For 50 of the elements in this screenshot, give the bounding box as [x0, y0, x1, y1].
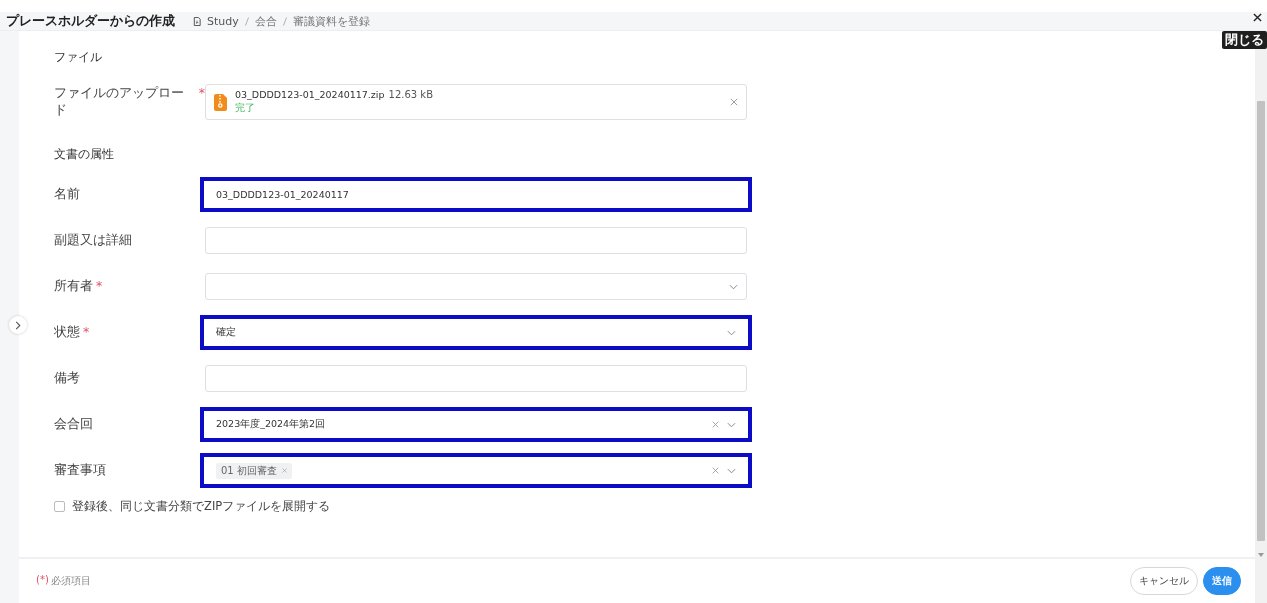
select-field[interactable]: 確定	[200, 315, 752, 350]
checkbox[interactable]	[54, 501, 65, 512]
field-label: 所有者	[54, 278, 93, 295]
field-label: 状態	[54, 324, 80, 341]
chevron-down-icon[interactable]	[727, 467, 736, 474]
document-icon	[193, 16, 201, 26]
required-mark: *	[198, 85, 205, 102]
close-tooltip: 閉じる	[1222, 31, 1267, 49]
required-mark: *	[96, 278, 103, 295]
breadcrumb-separator	[282, 16, 287, 26]
breadcrumb-link[interactable]: 会合	[254, 13, 277, 29]
field-label: 名前	[54, 186, 80, 203]
field-label: ファイルのアップロード	[54, 85, 185, 119]
upload-status: 完了	[235, 101, 255, 115]
file-name: 03_DDDD123-01_20240117.zip	[235, 89, 385, 100]
text-field[interactable]	[205, 227, 747, 254]
breadcrumb-link[interactable]: Study	[207, 14, 239, 28]
clear-icon[interactable]	[712, 421, 719, 428]
chevron-down-icon[interactable]	[727, 329, 736, 336]
page-title: プレースホルダーからの作成	[6, 12, 175, 30]
chevron-down-icon[interactable]	[727, 421, 736, 428]
remove-icon[interactable]	[730, 98, 738, 106]
expand-button[interactable]	[9, 316, 27, 334]
text-field[interactable]: 03_DDDD123-01_20240117	[200, 177, 752, 212]
clear-icon[interactable]	[712, 467, 719, 474]
field-label: 副題又は詳細	[54, 232, 132, 249]
breadcrumb-link[interactable]: 審議資料を登録	[292, 13, 370, 29]
text-field[interactable]	[205, 365, 747, 392]
tag-remove-icon[interactable]	[281, 468, 287, 473]
field-label: 審査事項	[54, 462, 106, 479]
selected-tag[interactable]: 01 初回審査	[216, 462, 292, 479]
required-mark: (*)	[36, 574, 49, 587]
field-label: 会合回	[54, 416, 93, 433]
chevron-right-icon	[15, 320, 21, 330]
section-title: ファイル	[54, 49, 103, 66]
file-size: 12.63 kB	[388, 89, 433, 100]
required-note: 必須項目	[50, 574, 91, 588]
cancel-button[interactable]: キャンセル	[1130, 567, 1198, 595]
checkbox-label: 登録後、同じ文書分類でZIPファイルを展開する	[72, 499, 331, 514]
breadcrumb-separator	[244, 16, 249, 26]
multiselect-field[interactable]: 01 初回審査	[200, 453, 752, 488]
close-icon[interactable]	[1253, 13, 1262, 22]
section-title: 文書の属性	[54, 146, 115, 163]
field-label: 備考	[54, 370, 80, 387]
zip-file-icon	[214, 93, 227, 111]
chevron-down-icon[interactable]	[729, 283, 738, 290]
required-mark: *	[83, 324, 90, 341]
scroll-down-icon[interactable]	[1258, 553, 1264, 557]
select-field[interactable]: 2023年度_2024年第2回	[200, 407, 752, 442]
select-field[interactable]	[205, 273, 747, 300]
